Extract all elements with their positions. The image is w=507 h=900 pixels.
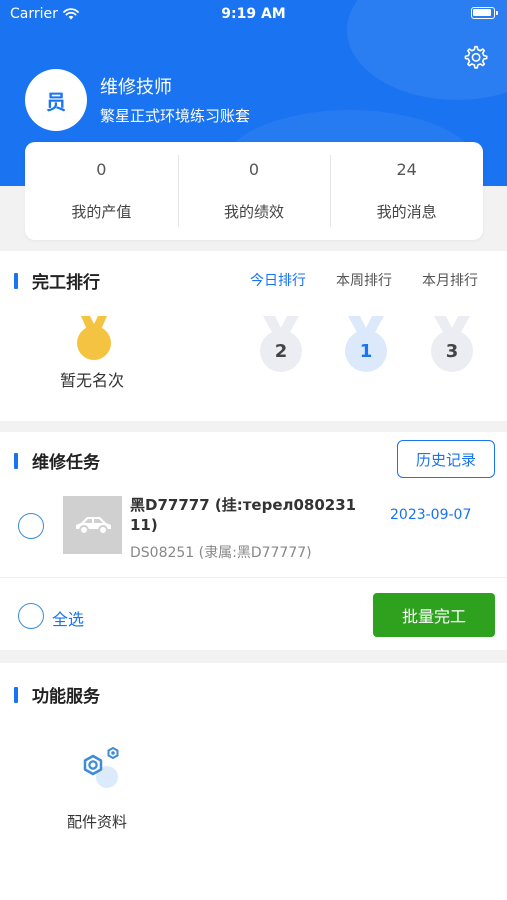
battery-icon (471, 7, 498, 19)
podium-third: 3 (430, 316, 474, 374)
car-thumbnail (63, 496, 122, 554)
task-title[interactable]: 黑D77777 (挂:терел080231 11) (130, 495, 370, 535)
tasks-title-text: 维修任务 (32, 453, 100, 473)
podium-second: 2 (259, 316, 303, 374)
ranking-title-text: 完工排行 (32, 273, 100, 293)
stat-label: 我的产值 (71, 203, 132, 221)
gear-icon[interactable] (462, 44, 488, 70)
podium-rank-number: 3 (431, 330, 473, 372)
stat-value: 0 (248, 160, 260, 179)
tasks-title: 维修任务 (14, 448, 100, 473)
podium-rank-number: 2 (260, 330, 302, 372)
ranking-title: 完工排行 (14, 268, 100, 293)
divider (0, 577, 507, 578)
stat-label: 我的消息 (376, 203, 437, 221)
stat-label: 我的绩效 (224, 203, 285, 221)
user-name: 维修技师 (100, 77, 172, 98)
section-marker (14, 452, 18, 469)
section-marker (14, 272, 18, 289)
task-date: 2023-09-07 (390, 507, 472, 523)
podium-first: 1 (344, 316, 388, 374)
stats-card: 0 我的产值 0 我的绩效 24 我的消息 (25, 142, 483, 240)
section-marker (14, 686, 18, 703)
stat-value: 24 (396, 160, 417, 179)
task-subtitle: DS08251 (隶属:黑D77777) (130, 545, 312, 561)
tab-month-ranking[interactable]: 本月排行 (422, 270, 478, 290)
stat-value: 0 (96, 160, 107, 179)
status-bar: Carrier 9:19 AM (0, 0, 507, 28)
select-all-label[interactable]: 全选 (52, 606, 84, 630)
avatar[interactable]: 员 (25, 69, 87, 131)
tab-today-ranking[interactable]: 今日排行 (250, 270, 306, 290)
select-all-checkbox[interactable] (18, 603, 44, 629)
gold-medal-icon (77, 316, 111, 360)
parts-label[interactable]: 配件资料 (67, 811, 127, 832)
parts-icon[interactable] (76, 744, 124, 790)
batch-complete-button[interactable]: 批量完工 (373, 593, 495, 637)
services-title: 功能服务 (14, 682, 100, 707)
car-icon (75, 517, 111, 535)
services-title-text: 功能服务 (32, 687, 100, 707)
stat-performance[interactable]: 0 我的绩效 (177, 142, 331, 240)
task-checkbox[interactable] (18, 513, 44, 539)
tab-week-ranking[interactable]: 本周排行 (336, 270, 392, 290)
status-time: 9:19 AM (221, 6, 286, 22)
account-name: 繁星正式环境练习账套 (100, 107, 251, 125)
stat-output-value[interactable]: 0 我的产值 (25, 142, 178, 240)
stat-messages[interactable]: 24 我的消息 (330, 142, 483, 240)
podium-rank-number: 1 (345, 330, 387, 372)
no-rank-text: 暂无名次 (60, 371, 125, 390)
history-button[interactable]: 历史记录 (397, 440, 495, 478)
